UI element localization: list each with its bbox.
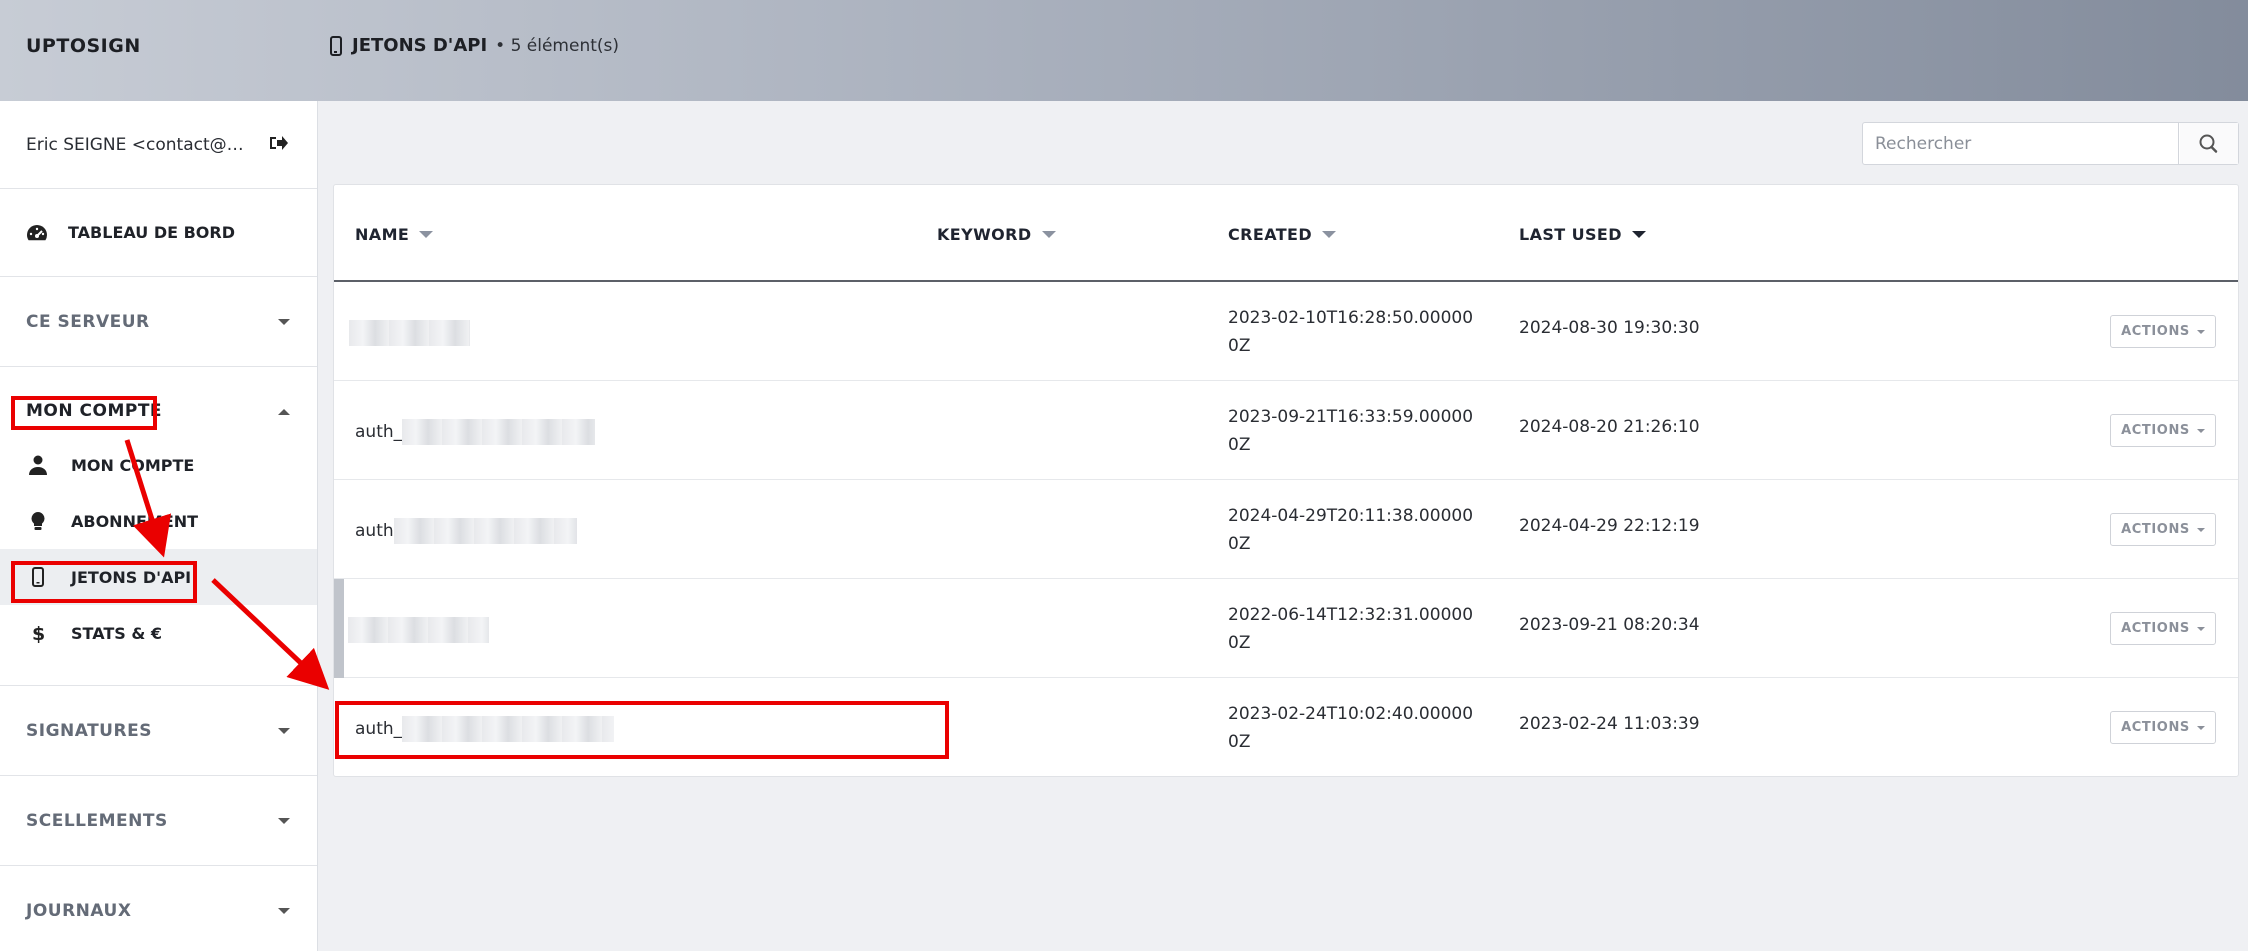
dashboard-icon (27, 224, 47, 240)
redacted-text (402, 419, 596, 445)
sidebar-item-subscription[interactable]: ABONNEMENT (0, 493, 317, 549)
svg-text:$: $ (32, 623, 45, 643)
user-icon (29, 455, 47, 475)
sidebar-section-server[interactable]: CE SERVEUR (0, 277, 317, 367)
search-icon (2199, 134, 2218, 153)
actions-button[interactable]: ACTIONS (2110, 414, 2216, 447)
token-last-used: 2023-02-24 11:03:39 (1519, 714, 1700, 734)
sort-icon (1322, 231, 1337, 238)
logout-icon[interactable] (268, 134, 288, 152)
chevron-down-icon (278, 818, 290, 824)
section-label: SCELLEMENTS (26, 810, 168, 831)
sidebar-item-label: MON COMPTE (71, 455, 195, 475)
column-header-name[interactable]: NAME (355, 225, 434, 244)
sort-icon (1631, 231, 1646, 238)
sidebar-section-logs[interactable]: JOURNAUX (0, 866, 317, 951)
token-created: 2023-02-10T16:28:50.000000Z (1228, 308, 1474, 356)
token-last-used: 2024-08-30 19:30:30 (1519, 318, 1700, 338)
table-header: NAME KEYWORD CREATED LAST USED (334, 185, 2238, 282)
chevron-down-icon (278, 319, 290, 325)
chevron-down-icon (278, 728, 290, 734)
item-count: • 5 élément(s) (495, 35, 620, 56)
token-last-used: 2024-04-29 22:12:19 (1519, 516, 1700, 536)
sort-icon (419, 231, 434, 238)
section-label: JOURNAUX (26, 901, 132, 921)
token-name (348, 617, 489, 643)
annotation-box-api-tokens (11, 561, 197, 603)
redacted-text (393, 518, 577, 544)
search-box (1862, 122, 2239, 165)
actions-button[interactable]: ACTIONS (2110, 612, 2216, 645)
page-title: JETONS D'API (352, 35, 488, 56)
search-input[interactable] (1863, 123, 2179, 164)
sidebar-item-label: STATS & € (71, 623, 162, 643)
user-row: Eric SEIGNE <contact@cap... (0, 101, 317, 189)
section-label: CE SERVEUR (26, 311, 150, 332)
sort-icon (1041, 231, 1056, 238)
token-created: 2023-02-24T10:02:40.000000Z (1228, 704, 1474, 752)
token-last-used: 2024-08-20 21:26:10 (1519, 417, 1700, 437)
brand-logo[interactable]: UPTOSIGN (26, 35, 141, 57)
column-header-last-used[interactable]: LAST USED (1519, 225, 1646, 244)
sidebar-section-signatures[interactable]: SIGNATURES (0, 686, 317, 776)
actions-button[interactable]: ACTIONS (2110, 513, 2216, 546)
sidebar-item-dashboard[interactable]: TABLEAU DE BORD (0, 189, 317, 277)
row-selected-indicator (334, 579, 344, 678)
token-created: 2024-04-29T20:11:38.000000Z (1228, 506, 1474, 554)
token-name (349, 320, 470, 346)
sidebar: Eric SEIGNE <contact@cap... TABLEAU DE B… (0, 101, 318, 951)
column-header-keyword[interactable]: KEYWORD (937, 225, 1056, 244)
page-heading: JETONS D'API • 5 élément(s) (330, 35, 619, 56)
token-created: 2022-06-14T12:32:31.000000Z (1228, 605, 1474, 653)
tokens-table: NAME KEYWORD CREATED LAST USED 2023-02-1… (333, 184, 2239, 777)
lightbulb-icon (31, 512, 45, 530)
table-row[interactable]: auth 2024-04-29T20:11:38.000000Z 2024-04… (334, 480, 2238, 579)
table-row[interactable]: auth_ 2023-09-21T16:33:59.000000Z 2024-0… (334, 381, 2238, 480)
sidebar-section-seals[interactable]: SCELLEMENTS (0, 776, 317, 866)
token-created: 2023-09-21T16:33:59.000000Z (1228, 407, 1474, 455)
actions-button[interactable]: ACTIONS (2110, 315, 2216, 348)
column-header-created[interactable]: CREATED (1228, 225, 1337, 244)
annotation-box-account (11, 396, 157, 430)
redacted-text (349, 320, 470, 346)
table-row[interactable]: 2023-02-10T16:28:50.000000Z 2024-08-30 1… (334, 282, 2238, 381)
table-row[interactable]: 2022-06-14T12:32:31.000000Z 2023-09-21 0… (334, 579, 2238, 678)
token-name: auth_ (355, 419, 596, 445)
token-last-used: 2023-09-21 08:20:34 (1519, 615, 1700, 635)
section-label: SIGNATURES (26, 720, 152, 741)
token-name: auth (355, 518, 577, 544)
actions-button[interactable]: ACTIONS (2110, 711, 2216, 744)
top-header: UPTOSIGN JETONS D'API • 5 élément(s) (0, 0, 2248, 101)
sidebar-item-stats[interactable]: $ STATS & € (0, 605, 317, 661)
sidebar-item-label: ABONNEMENT (71, 511, 199, 531)
chevron-down-icon (278, 908, 290, 914)
user-name: Eric SEIGNE <contact@cap... (26, 134, 252, 155)
chevron-up-icon (278, 409, 290, 415)
search-button[interactable] (2180, 123, 2238, 164)
sidebar-item-label: TABLEAU DE BORD (68, 223, 236, 242)
mobile-icon (330, 35, 342, 56)
redacted-text (348, 617, 489, 643)
dollar-icon: $ (32, 623, 45, 643)
annotation-box-token-row (335, 701, 949, 759)
sidebar-item-my-account[interactable]: MON COMPTE (0, 437, 317, 493)
